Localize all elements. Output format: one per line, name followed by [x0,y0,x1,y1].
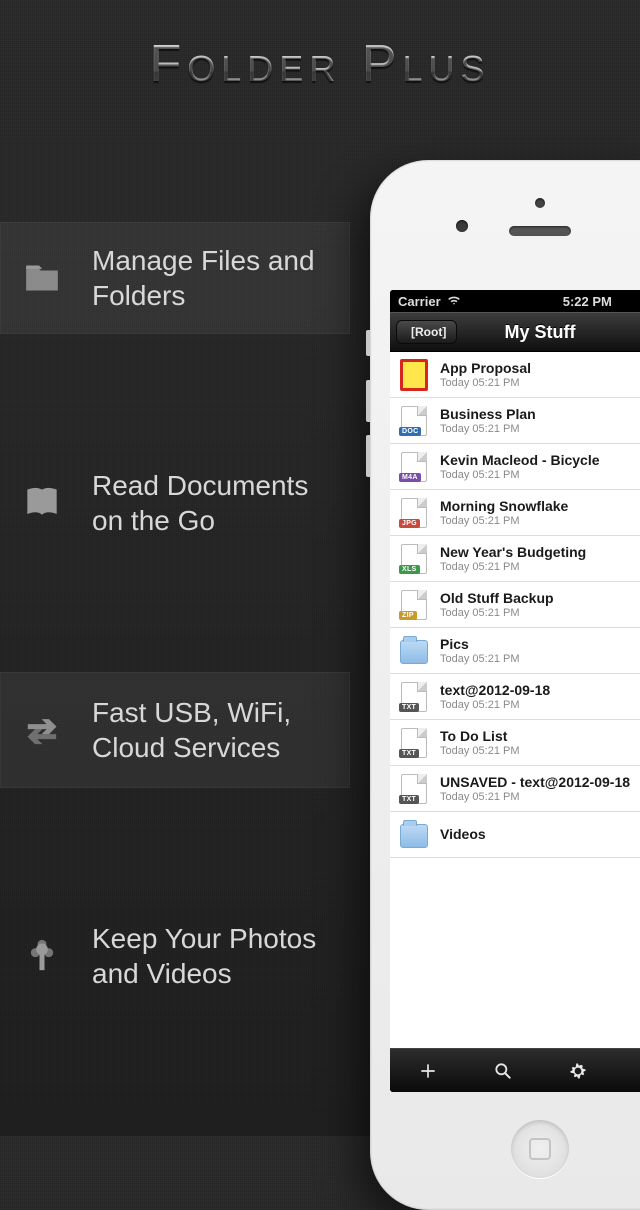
phone-device: Carrier 5:22 PM [Root] My Stuff App Prop… [370,160,640,1210]
wifi-icon [447,293,461,309]
book-icon [18,483,66,523]
settings-button[interactable] [558,1055,598,1087]
file-name: New Year's Budgeting [440,544,640,560]
file-meta: Today 05:21 PM [440,607,640,619]
file-info: To Do ListToday 05:21 PM [440,728,640,757]
file-txt-icon: TXT [398,772,430,806]
toolbar: AZ [390,1048,640,1092]
file-row[interactable]: M4A Kevin Macleod - BicycleToday 05:21 PM [390,444,640,490]
file-txt-icon: TXT [398,726,430,760]
file-info: text@2012-09-18Today 05:21 PM [440,682,640,711]
file-meta: Today 05:21 PM [440,745,640,757]
file-info: New Year's BudgetingToday 05:21 PM [440,544,640,573]
file-name: Pics [440,636,640,652]
add-button[interactable] [408,1055,448,1087]
file-row[interactable]: TXT UNSAVED - text@2012-09-18Today 05:21 … [390,766,640,812]
file-meta: Today 05:21 PM [440,561,640,573]
file-info: App ProposalToday 05:21 PM [440,360,640,389]
file-info: UNSAVED - text@2012-09-18Today 05:21 PM [440,774,640,803]
file-row[interactable]: JPG Morning SnowflakeToday 05:21 PM [390,490,640,536]
file-jpg-icon: JPG [398,496,430,530]
file-app-icon [398,358,430,392]
front-camera [456,220,468,232]
file-info: Business PlanToday 05:21 PM [440,406,640,435]
search-button[interactable] [483,1055,523,1087]
feature-list: Manage Files and Folders Read Documents … [0,140,350,1014]
sort-button[interactable]: AZ [633,1055,640,1087]
file-name: Videos [440,826,640,842]
status-bar: Carrier 5:22 PM [390,290,640,312]
status-time: 5:22 PM [537,294,612,309]
volume-down [366,435,370,477]
volume-up [366,380,370,422]
transfer-icon [18,710,66,750]
earpiece [509,226,571,236]
file-name: Business Plan [440,406,640,422]
file-meta: Today 05:21 PM [440,515,640,527]
folder-icon [398,818,430,852]
file-txt-icon: TXT [398,680,430,714]
file-meta: Today 05:21 PM [440,791,640,803]
file-xls-icon: XLS [398,542,430,576]
feature-photos-videos: Keep Your Photos and Videos [0,898,350,1014]
file-list[interactable]: App ProposalToday 05:21 PMDOCBusiness Pl… [390,352,640,1048]
file-info: PicsToday 05:21 PM [440,636,640,665]
file-row[interactable]: TXT text@2012-09-18Today 05:21 PM [390,674,640,720]
proximity-sensor [535,198,545,208]
phone-screen: Carrier 5:22 PM [Root] My Stuff App Prop… [390,290,640,1092]
flower-icon [18,936,66,976]
carrier-label: Carrier [398,294,441,309]
file-row[interactable]: App ProposalToday 05:21 PM [390,352,640,398]
file-info: Old Stuff BackupToday 05:21 PM [440,590,640,619]
file-name: Old Stuff Backup [440,590,640,606]
feature-read-documents: Read Documents on the Go [0,444,350,562]
file-name: To Do List [440,728,640,744]
file-zip-icon: ZIP [398,588,430,622]
folder-icon [18,258,66,298]
feature-label: Fast USB, WiFi, Cloud Services [92,695,330,765]
file-name: App Proposal [440,360,640,376]
file-doc-icon: DOC [398,404,430,438]
file-row[interactable]: Videos [390,812,640,858]
file-name: text@2012-09-18 [440,682,640,698]
file-info: Kevin Macleod - BicycleToday 05:21 PM [440,452,640,481]
file-meta: Today 05:21 PM [440,699,640,711]
nav-bar: [Root] My Stuff [390,312,640,352]
file-meta: Today 05:21 PM [440,423,640,435]
file-row[interactable]: XLS New Year's BudgetingToday 05:21 PM [390,536,640,582]
file-info: Videos [440,826,640,843]
feature-label: Keep Your Photos and Videos [92,921,330,991]
file-m4a-icon: M4A [398,450,430,484]
feature-label: Manage Files and Folders [92,243,330,313]
back-button[interactable]: [Root] [396,320,457,344]
file-info: Morning SnowflakeToday 05:21 PM [440,498,640,527]
feature-label: Read Documents on the Go [92,468,330,538]
file-meta: Today 05:21 PM [440,653,640,665]
folder-icon [398,634,430,668]
file-row[interactable]: PicsToday 05:21 PM [390,628,640,674]
file-row[interactable]: TXT To Do ListToday 05:21 PM [390,720,640,766]
mute-switch [366,330,370,356]
feature-fast-transfer: Fast USB, WiFi, Cloud Services [0,672,350,788]
file-name: Kevin Macleod - Bicycle [440,452,640,468]
file-meta: Today 05:21 PM [440,469,640,481]
file-row[interactable]: ZIP Old Stuff BackupToday 05:21 PM [390,582,640,628]
home-button[interactable] [511,1120,569,1178]
file-meta: Today 05:21 PM [440,377,640,389]
file-row[interactable]: DOC Business PlanToday 05:21 PM [390,398,640,444]
feature-manage-files: Manage Files and Folders [0,222,350,334]
app-title: Folder Plus [0,0,640,130]
file-name: UNSAVED - text@2012-09-18 [440,774,640,790]
file-name: Morning Snowflake [440,498,640,514]
